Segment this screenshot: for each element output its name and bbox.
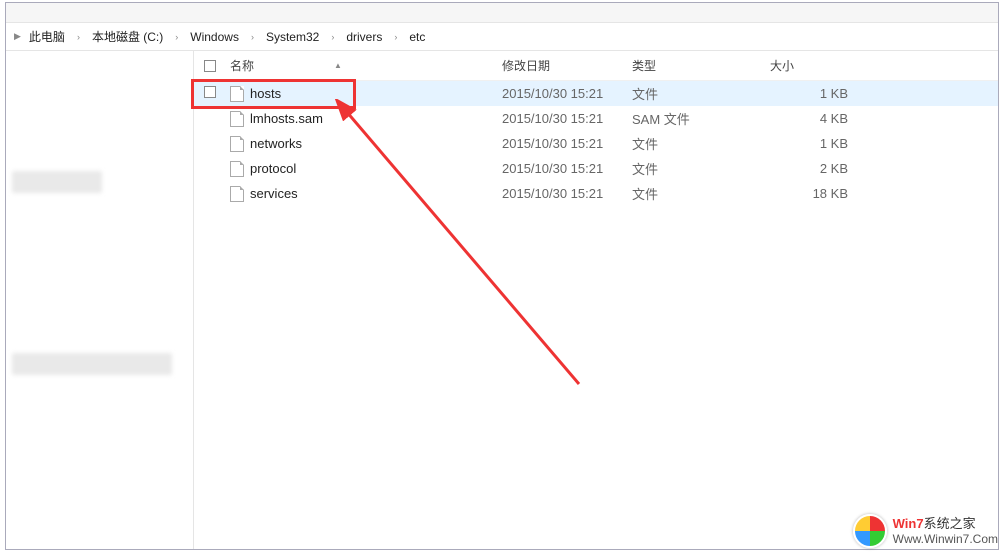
file-list-view: 名称▲ 修改日期 类型 大小 hosts2015/10/30 15:21文件1 …: [194, 51, 998, 549]
file-size: 2 KB: [770, 161, 856, 176]
ribbon-stub: [6, 3, 998, 23]
watermark-title: Win7系统之家: [893, 516, 998, 532]
file-icon: [230, 161, 244, 177]
file-name: networks: [250, 136, 302, 151]
file-size: 18 KB: [770, 186, 856, 201]
column-header-date[interactable]: 修改日期: [502, 57, 632, 74]
file-name: lmhosts.sam: [250, 111, 323, 126]
file-type: SAM 文件: [632, 109, 770, 128]
explorer-window: ▶ 此电脑›本地磁盘 (C:)›Windows›System32›drivers…: [5, 2, 999, 550]
file-type: 文件: [632, 134, 770, 153]
file-icon: [230, 86, 244, 102]
file-icon: [230, 186, 244, 202]
file-size: 1 KB: [770, 86, 856, 101]
file-row[interactable]: hosts 2015/10/30 15:21文件1 KB: [194, 81, 998, 106]
breadcrumb-segment[interactable]: System32: [260, 27, 325, 47]
chevron-right-icon[interactable]: ›: [245, 29, 260, 45]
file-date: 2015/10/30 15:21: [502, 86, 632, 101]
breadcrumb: 此电脑›本地磁盘 (C:)›Windows›System32›drivers›e…: [23, 25, 431, 48]
nav-pane[interactable]: [6, 51, 194, 549]
row-checkbox[interactable]: [204, 86, 216, 98]
file-name: protocol: [250, 161, 296, 176]
watermark-logo-icon: [853, 514, 887, 548]
file-type: 文件: [632, 84, 770, 103]
chevron-right-icon[interactable]: ›: [325, 29, 340, 45]
file-date: 2015/10/30 15:21: [502, 111, 632, 126]
chevron-right-icon[interactable]: ›: [388, 29, 403, 45]
file-row[interactable]: networks 2015/10/30 15:21文件1 KB: [194, 131, 998, 156]
file-row[interactable]: lmhosts.sam 2015/10/30 15:21SAM 文件4 KB: [194, 106, 998, 131]
nav-item-blurred: [12, 353, 172, 375]
file-icon: [230, 111, 244, 127]
file-date: 2015/10/30 15:21: [502, 136, 632, 151]
file-size: 4 KB: [770, 111, 856, 126]
watermark: Win7系统之家 Www.Winwin7.Com: [853, 514, 998, 548]
column-header-size[interactable]: 大小: [770, 57, 856, 74]
nav-item-blurred: [12, 171, 102, 193]
file-type: 文件: [632, 184, 770, 203]
sort-asc-icon: ▲: [334, 61, 342, 70]
file-type: 文件: [632, 159, 770, 178]
chevron-right-icon[interactable]: ›: [169, 29, 184, 45]
file-name: hosts: [250, 86, 281, 101]
file-name: services: [250, 186, 298, 201]
address-bar[interactable]: ▶ 此电脑›本地磁盘 (C:)›Windows›System32›drivers…: [6, 23, 998, 51]
column-headers[interactable]: 名称▲ 修改日期 类型 大小: [194, 51, 998, 81]
file-date: 2015/10/30 15:21: [502, 161, 632, 176]
chevron-right-icon[interactable]: ▶: [12, 31, 23, 42]
column-header-type[interactable]: 类型: [632, 57, 770, 74]
file-rows: hosts2015/10/30 15:21文件1 KBlmhosts.sam20…: [194, 81, 998, 206]
file-row[interactable]: services 2015/10/30 15:21文件18 KB: [194, 181, 998, 206]
breadcrumb-segment[interactable]: Windows: [184, 27, 245, 47]
breadcrumb-segment[interactable]: etc: [403, 27, 431, 47]
breadcrumb-segment[interactable]: drivers: [340, 27, 388, 47]
breadcrumb-segment[interactable]: 此电脑: [23, 25, 71, 48]
chevron-right-icon[interactable]: ›: [71, 29, 86, 45]
column-header-name[interactable]: 名称▲: [226, 57, 502, 74]
breadcrumb-segment[interactable]: 本地磁盘 (C:): [86, 25, 169, 48]
file-row[interactable]: protocol 2015/10/30 15:21文件2 KB: [194, 156, 998, 181]
file-date: 2015/10/30 15:21: [502, 186, 632, 201]
file-icon: [230, 136, 244, 152]
file-size: 1 KB: [770, 136, 856, 151]
select-all-checkbox[interactable]: [204, 60, 216, 72]
watermark-url: Www.Winwin7.Com: [893, 532, 998, 546]
